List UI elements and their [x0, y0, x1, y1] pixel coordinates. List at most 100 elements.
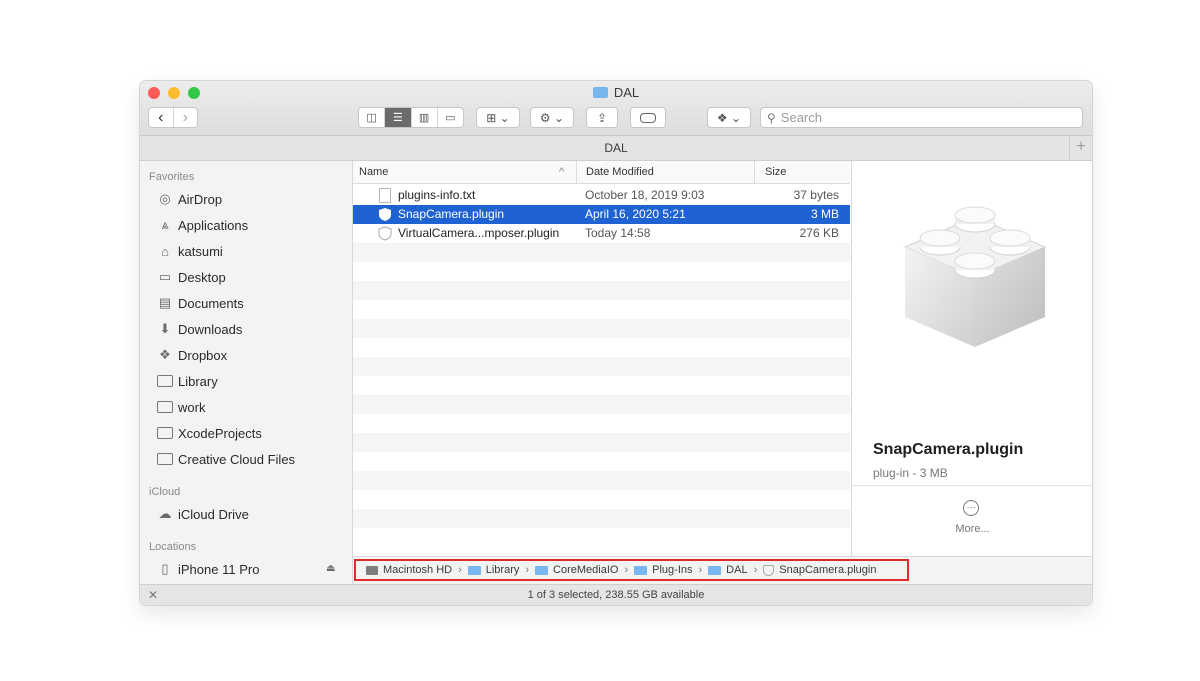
sidebar-section-favorites: Favorites: [149, 171, 195, 183]
tags-button[interactable]: [630, 107, 666, 128]
sidebar-item-applications[interactable]: ⩓ Applications: [157, 215, 248, 235]
grid-icon: ⊞: [486, 110, 497, 125]
icon-view-button[interactable]: ◫: [359, 108, 386, 127]
path-header-title: DAL: [604, 141, 628, 155]
sidebar-item-desktop[interactable]: ▭ Desktop: [157, 267, 226, 287]
path-segment-plug-ins[interactable]: Plug-Ins: [634, 564, 693, 576]
airdrop-icon: ◎: [159, 191, 171, 206]
file-row[interactable]: plugins-info.txt October 18, 2019 9:03 3…: [353, 186, 850, 205]
plugin-icon: [763, 564, 775, 576]
eject-icon[interactable]: ⏏: [326, 563, 335, 574]
gallery-view-button[interactable]: ▭: [438, 108, 463, 127]
sidebar-item-iphone[interactable]: ▯ iPhone 11 Pro: [157, 559, 259, 579]
sidebar-item-library[interactable]: Library: [157, 371, 218, 391]
path-segment-label: Macintosh HD: [383, 564, 453, 576]
sidebar-item-label: Documents: [178, 295, 244, 311]
folder-icon: [634, 565, 648, 575]
empty-row: [353, 433, 850, 452]
sidebar-item-work[interactable]: work: [157, 397, 205, 417]
sidebar-item-xcodeprojects[interactable]: XcodeProjects: [157, 423, 262, 443]
gear-icon: ⚙: [539, 110, 551, 125]
sidebar-item-katsumi[interactable]: ⌂ katsumi: [157, 241, 223, 261]
sort-ascending-icon: ^: [559, 166, 565, 178]
path-bar: Macintosh HD › Library › CoreMediaIO › P…: [353, 556, 1092, 585]
sidebar-item-creative-cloud-files[interactable]: Creative Cloud Files: [157, 449, 295, 469]
sidebar-item-downloads[interactable]: ⬇ Downloads: [157, 319, 243, 339]
share-icon: ⇪: [596, 110, 608, 125]
back-forward-buttons: ‹ ›: [148, 107, 198, 128]
close-icon[interactable]: ✕: [148, 585, 158, 605]
path-segment-macintosh-hd[interactable]: Macintosh HD: [366, 564, 452, 576]
sidebar-item-label: AirDrop: [178, 191, 223, 207]
dropbox-button[interactable]: ❖ ⌄: [707, 107, 751, 128]
date-column-header[interactable]: Date Modified: [576, 161, 654, 183]
action-menu-button[interactable]: ⚙ ⌄: [530, 107, 574, 128]
file-list: Name ^ Date Modified Size plugins-info.t…: [353, 161, 850, 556]
sidebar-item-label: Desktop: [178, 269, 226, 285]
search-icon: ⚲: [767, 110, 776, 125]
tag-icon: [640, 112, 656, 123]
plugin-icon: [378, 226, 392, 241]
sidebar-item-label: Dropbox: [178, 347, 228, 363]
path-segment-label: DAL: [726, 564, 748, 576]
empty-row: [353, 395, 850, 414]
empty-row: [353, 509, 850, 528]
folder-icon: [157, 401, 173, 413]
sidebar-item-label: iPhone 11 Pro: [178, 561, 260, 577]
file-size: 276 KB: [799, 226, 839, 240]
back-button[interactable]: ‹: [149, 108, 174, 127]
plugin-lego-icon: [903, 206, 1047, 347]
add-tab-button[interactable]: +: [1069, 136, 1092, 160]
chevron-right-icon: ›: [624, 564, 629, 576]
sidebar-item-label: Library: [178, 373, 218, 389]
more-icon[interactable]: ···: [963, 500, 979, 516]
path-segment-label: Library: [485, 564, 520, 576]
chevron-down-icon: ⌄: [731, 110, 742, 125]
chevron-down-icon: ⌄: [499, 110, 510, 125]
folder-icon: [157, 427, 173, 439]
file-size: 37 bytes: [793, 188, 839, 202]
window-title: DAL: [140, 85, 1092, 100]
search-field[interactable]: ⚲ Search: [760, 107, 1083, 128]
home-icon: ⌂: [161, 243, 169, 259]
list-view-button[interactable]: ☰: [385, 108, 412, 127]
size-column-header[interactable]: Size: [754, 161, 786, 183]
file-row[interactable]: VirtualCamera...mposer.plugin Today 14:5…: [353, 224, 850, 243]
status-text: 1 of 3 selected, 238.55 GB available: [527, 589, 705, 601]
search-placeholder: Search: [780, 110, 822, 125]
preview-file-info: plug-in - 3 MB: [873, 466, 948, 480]
divider: [852, 485, 1092, 486]
chevron-right-icon: ›: [525, 564, 530, 576]
file-size: 3 MB: [810, 207, 839, 221]
column-view-button[interactable]: ▥: [412, 108, 438, 127]
file-row[interactable]: SnapCamera.plugin April 16, 2020 5:21 3 …: [353, 205, 850, 224]
sidebar-item-label: katsumi: [178, 243, 223, 259]
dropbox-icon: ❖: [716, 110, 728, 125]
sidebar-item-documents[interactable]: ▤ Documents: [157, 293, 244, 313]
chevron-right-icon: ›: [753, 564, 758, 576]
sidebar: Favorites ◎ AirDrop ⩓ Applications ⌂ katsum…: [140, 161, 353, 584]
path-segment-dal[interactable]: DAL: [708, 564, 748, 576]
sidebar-section-icloud: iCloud: [149, 486, 181, 498]
forward-button[interactable]: ›: [174, 108, 198, 127]
sidebar-item-label: XcodeProjects: [178, 425, 262, 441]
sidebar-item-icloud-drive[interactable]: ☁ iCloud Drive: [157, 504, 249, 524]
chevron-right-icon: ›: [698, 564, 703, 576]
path-segment-library[interactable]: Library: [467, 564, 520, 576]
file-date: October 18, 2019 9:03: [585, 188, 705, 202]
share-button[interactable]: ⇪: [586, 107, 618, 128]
sidebar-item-label: Downloads: [178, 321, 243, 337]
name-column-header[interactable]: Name: [359, 161, 388, 183]
path-segment-snapcamera[interactable]: SnapCamera.plugin: [763, 564, 876, 576]
sidebar-item-label: work: [178, 399, 206, 415]
path-bar-highlight: Macintosh HD › Library › CoreMediaIO › P…: [354, 559, 909, 581]
group-by-button[interactable]: ⊞ ⌄: [476, 107, 520, 128]
folder-icon: [535, 565, 549, 575]
sidebar-item-airdrop[interactable]: ◎ AirDrop: [157, 189, 222, 209]
sidebar-item-dropbox[interactable]: ❖ Dropbox: [157, 345, 227, 365]
path-segment-coremediaio[interactable]: CoreMediaIO: [535, 564, 618, 576]
chevron-down-icon: ⌄: [554, 110, 565, 125]
sidebar-item-label: iCloud Drive: [178, 506, 249, 522]
more-button[interactable]: More...: [852, 523, 1092, 535]
empty-row: [353, 281, 850, 300]
